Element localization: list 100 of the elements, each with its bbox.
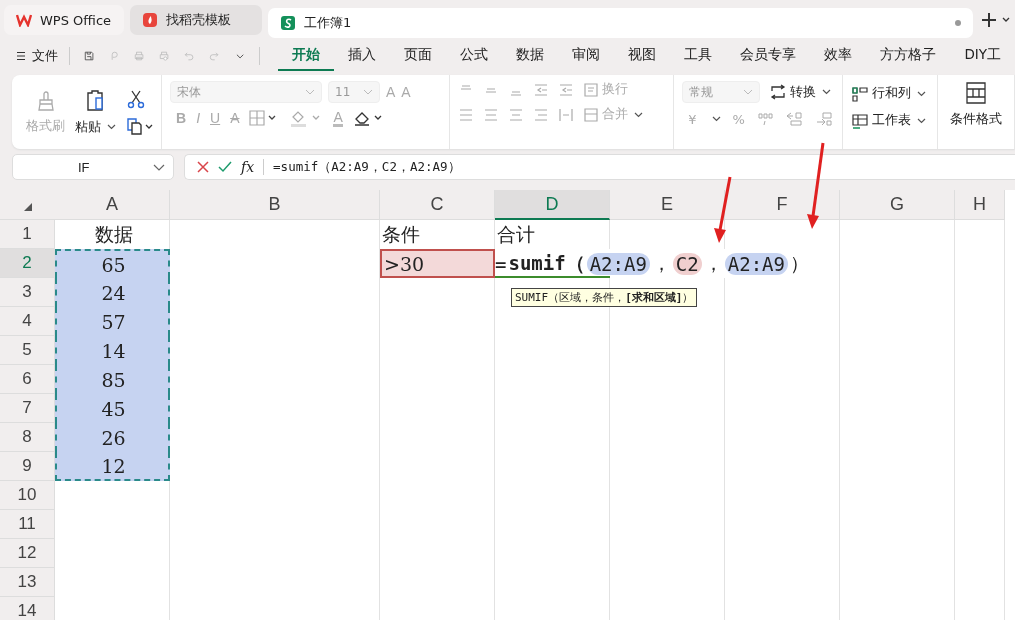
unsaved-dot-icon — [955, 20, 961, 26]
table-cell: 85 — [55, 365, 170, 394]
align-icon[interactable] — [458, 107, 475, 122]
ribbon-tab[interactable]: 会员专享 — [726, 41, 811, 71]
spreadsheet-logo-icon — [280, 15, 296, 31]
ribbon-tab[interactable]: 数据 — [502, 41, 559, 71]
annotation-arrow — [711, 176, 733, 244]
cell-reference: A2:A9 — [586, 252, 650, 275]
ribbon-tab[interactable]: 页面 — [390, 41, 447, 71]
column-header[interactable]: E — [610, 190, 725, 220]
worksheet-icon — [851, 112, 870, 129]
cell-reference: A2:A9 — [724, 252, 788, 275]
formula-input-field[interactable]: fx =sumif（A2:A9，C2，A2:A9） — [184, 154, 1015, 180]
chevron-down-icon — [107, 124, 116, 130]
merge-cells-icon — [583, 106, 600, 123]
row-header[interactable]: 1 — [0, 220, 55, 249]
name-box[interactable]: IF — [12, 154, 174, 180]
row-header[interactable]: 9 — [0, 452, 55, 481]
align-icon[interactable] — [558, 107, 575, 122]
row-header[interactable]: 14 — [0, 597, 55, 620]
cell-reference: C2 — [672, 252, 702, 275]
table-cell-text: 数据 — [93, 221, 134, 247]
chevron-down-icon — [917, 117, 927, 124]
ribbon-tab[interactable]: 公式 — [446, 41, 503, 71]
convert-arrows-icon — [769, 84, 788, 100]
menu-icon — [16, 51, 26, 61]
ribbon-tab[interactable]: DIY工 — [950, 41, 1015, 71]
column-header[interactable]: H — [955, 190, 1005, 220]
row-header[interactable]: 6 — [0, 365, 55, 394]
ribbon-tab[interactable]: 审阅 — [558, 41, 615, 71]
table-cell-text: 条件 — [381, 221, 421, 247]
document-tab[interactable]: 找稻壳模板 — [130, 5, 262, 35]
row-header[interactable]: 7 — [0, 394, 55, 423]
copy-icon[interactable] — [126, 117, 154, 135]
ribbon-tab[interactable]: 工具 — [670, 41, 727, 71]
formula-text: =sumif（A2:A9，C2，A2:A9） — [273, 158, 461, 176]
formula-symbol: ） — [789, 250, 809, 276]
align-icon[interactable] — [533, 107, 550, 122]
column-header[interactable]: G — [840, 190, 955, 220]
align-icon[interactable] — [533, 82, 550, 97]
row-header[interactable]: 13 — [0, 568, 55, 597]
column-header[interactable]: F — [725, 190, 840, 220]
table-cell: 65 — [55, 249, 170, 278]
chevron-down-icon — [153, 163, 165, 171]
align-icon[interactable] — [558, 82, 575, 97]
conditional-format-icon — [964, 81, 988, 105]
formula-symbol: ， — [651, 250, 671, 276]
wrap-text-icon — [583, 81, 600, 98]
column-header[interactable]: C — [380, 190, 495, 220]
rows-and-columns-button[interactable]: 行和列 — [851, 85, 929, 102]
chevron-down-icon — [363, 89, 373, 95]
table-cell: 26 — [55, 423, 170, 452]
thousands-separator-icon[interactable] — [756, 112, 773, 126]
row-header[interactable]: 12 — [0, 539, 55, 568]
conditional-format-button[interactable]: 条件格式 — [950, 81, 1002, 143]
column-header[interactable]: A — [55, 190, 170, 220]
close-icon[interactable] — [197, 161, 209, 173]
row-header[interactable]: 3 — [0, 278, 55, 307]
select-all-icon[interactable] — [22, 202, 33, 212]
row-header[interactable]: 11 — [0, 510, 55, 539]
align-icon[interactable] — [508, 107, 525, 122]
table-cell: 24 — [55, 278, 170, 307]
row-header[interactable]: 10 — [0, 481, 55, 510]
row-header[interactable]: 5 — [0, 336, 55, 365]
column-header[interactable]: D — [495, 190, 610, 220]
table-cell: 57 — [55, 307, 170, 336]
file-menu-button[interactable]: 文件 — [16, 47, 58, 65]
formula-symbol: = — [495, 252, 507, 275]
function-name: sumif（ — [508, 250, 585, 276]
table-cell: 45 — [55, 394, 170, 423]
new-tab-icon[interactable] — [981, 12, 1011, 28]
ribbon-tab[interactable]: 方方格子 — [866, 41, 951, 71]
wps-logo-icon — [16, 13, 32, 27]
row-header[interactable]: 4 — [0, 307, 55, 336]
insert-function-button[interactable]: fx — [241, 159, 255, 175]
ribbon-tab[interactable]: 效率 — [810, 41, 867, 71]
ribbon-tab[interactable]: 插入 — [334, 41, 391, 71]
table-cell-text: 合计 — [496, 221, 536, 247]
paste-button[interactable]: 粘贴 — [75, 88, 116, 136]
row-header[interactable]: 8 — [0, 423, 55, 452]
tab-label: 找稻壳模板 — [166, 11, 232, 29]
tab-label: 工作簿1 — [304, 14, 353, 32]
align-icon[interactable] — [483, 107, 500, 122]
worksheet-button[interactable]: 工作表 — [851, 112, 929, 129]
ribbon-tab[interactable]: 视图 — [614, 41, 671, 71]
flame-logo-icon — [142, 12, 158, 28]
checkmark-icon[interactable] — [218, 161, 232, 173]
row-header[interactable]: 2 — [0, 249, 55, 278]
chevron-down-icon — [743, 89, 754, 95]
document-tab[interactable]: WPS Office — [4, 5, 124, 35]
ribbon-tab[interactable]: 开始 — [278, 41, 335, 71]
scissors-icon[interactable] — [126, 89, 146, 109]
document-tab[interactable]: 工作簿1 — [268, 8, 973, 38]
chevron-down-icon — [917, 90, 927, 97]
increase-decimal-icon[interactable] — [784, 111, 803, 127]
column-header[interactable]: B — [170, 190, 380, 220]
rows-columns-icon — [851, 85, 870, 102]
function-tooltip: SUMIF（区域，条件，[求和区域]） — [511, 288, 698, 307]
chevron-down-icon — [634, 111, 644, 118]
decrease-decimal-icon[interactable] — [814, 111, 833, 127]
